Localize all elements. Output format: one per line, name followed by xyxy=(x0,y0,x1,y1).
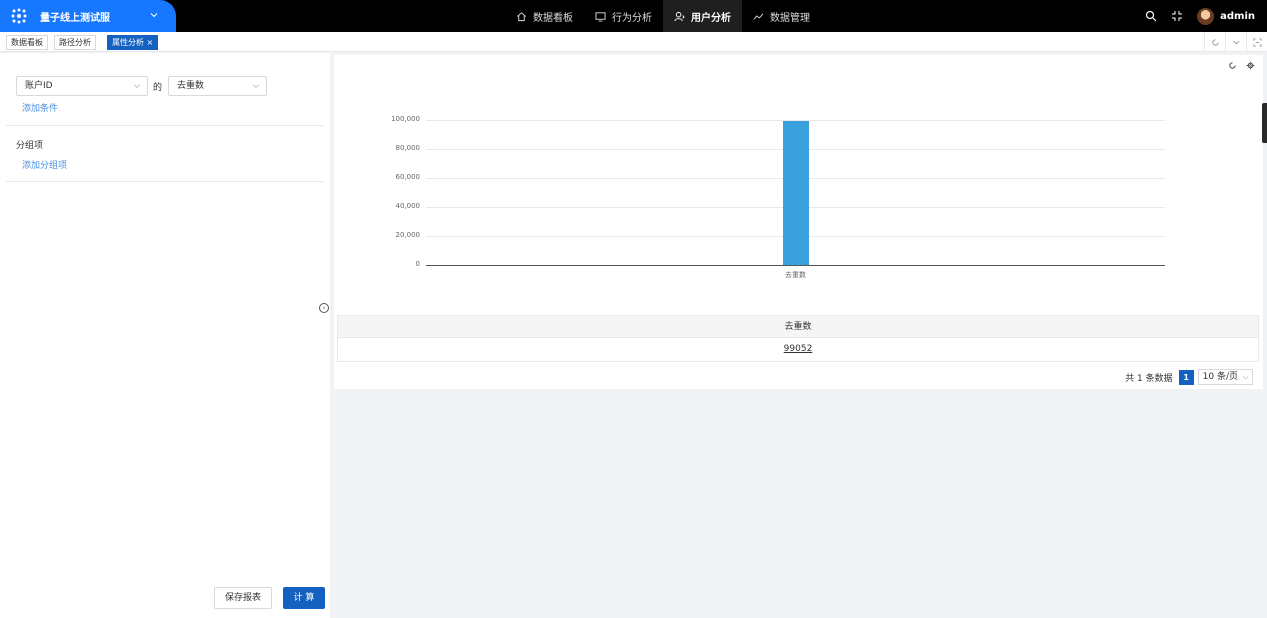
fullscreen-icon[interactable] xyxy=(1171,10,1183,22)
of-label: 的 xyxy=(153,83,163,93)
trend-icon xyxy=(753,12,764,20)
nav-item-dashboard[interactable]: 数据看板 xyxy=(505,0,584,32)
table-header: 去重数 xyxy=(338,316,1258,338)
nav-item-data-management[interactable]: 数据管理 xyxy=(742,0,821,32)
refresh-icon[interactable] xyxy=(1228,61,1237,70)
home-icon xyxy=(517,11,526,21)
page-size-select[interactable]: 10 条/页 xyxy=(1197,369,1253,385)
collapse-panel-icon[interactable]: ‹ xyxy=(319,303,329,313)
logo-icon xyxy=(11,8,27,24)
x-tick-label: 去重数 xyxy=(785,271,806,279)
chevron-down-icon xyxy=(133,84,141,89)
nav-label: 数据看板 xyxy=(533,12,573,24)
y-tick-label: 20,000 xyxy=(395,231,421,239)
y-tick-label: 60,000 xyxy=(395,173,421,181)
y-tick-label: 100,000 xyxy=(391,115,420,123)
nav-label: 行为分析 xyxy=(612,12,652,24)
tab-dashboard[interactable]: 数据看板 xyxy=(6,35,48,50)
nav-item-user-analysis[interactable]: 用户分析 xyxy=(663,0,742,32)
chevron-down-icon xyxy=(1233,40,1239,44)
chart-bar[interactable] xyxy=(782,121,809,265)
tab-path-analysis[interactable]: 路径分析 xyxy=(54,35,96,50)
top-right-tools: admin xyxy=(1131,0,1255,32)
tab-property-analysis[interactable]: 属性分析 × xyxy=(107,35,159,50)
y-tick-label: 0 xyxy=(415,260,420,268)
nav-label: 数据管理 xyxy=(770,12,810,24)
page-tabs-bar: 数据看板 路径分析 属性分析 × xyxy=(0,32,1267,52)
y-tick-label: 40,000 xyxy=(395,202,421,210)
save-report-button[interactable]: 保存报表 xyxy=(214,587,272,609)
tab-menu-button[interactable] xyxy=(1225,32,1246,52)
total-count: 共 1 条数据 xyxy=(1125,373,1173,384)
page-number[interactable]: 1 xyxy=(1178,369,1194,385)
settings-icon[interactable] xyxy=(1246,61,1255,70)
divider xyxy=(6,125,324,126)
group-label: 分组项 xyxy=(16,141,44,151)
project-switcher[interactable]: 量子线上测试服 xyxy=(0,0,176,32)
refresh-tab-button[interactable] xyxy=(1204,32,1225,52)
top-bar: 量子线上测试服 数据看板 行为分析 用户分析 数据管理 admin xyxy=(0,0,1267,32)
query-panel: 账户ID 的 去重数 添加条件 分组项 添加分组项 保存报表 计 算 xyxy=(0,53,330,618)
refresh-icon xyxy=(1211,38,1219,46)
bar-chart: 0 20,000 40,000 60,000 80,000 100,000 去重数 xyxy=(334,105,1263,345)
search-icon[interactable] xyxy=(1145,10,1157,22)
avatar[interactable] xyxy=(1197,7,1215,25)
pagination: 共 1 条数据 1 10 条/页 xyxy=(1125,369,1253,385)
project-name: 量子线上测试服 xyxy=(40,12,110,24)
nav-item-behavior[interactable]: 行为分析 xyxy=(584,0,663,32)
x-axis-line xyxy=(426,265,1165,266)
main-nav: 数据看板 行为分析 用户分析 数据管理 xyxy=(505,0,821,32)
result-table: 去重数 99052 xyxy=(337,315,1259,362)
result-panel: 0 20,000 40,000 60,000 80,000 100,000 去重数 去重数 … xyxy=(334,55,1263,389)
metric-select-value: 去重数 xyxy=(177,81,205,91)
y-tick-label: 80,000 xyxy=(395,144,421,152)
page-size-value: 10 条/页 xyxy=(1202,372,1238,382)
property-select[interactable]: 账户ID xyxy=(16,76,148,96)
nav-label: 用户分析 xyxy=(691,12,731,24)
table-cell-value[interactable]: 99052 xyxy=(338,338,1258,361)
side-drawer-handle[interactable] xyxy=(1262,103,1267,143)
property-select-value: 账户ID xyxy=(25,81,53,91)
monitor-icon xyxy=(595,11,606,22)
divider xyxy=(6,181,324,182)
user-icon xyxy=(674,11,685,21)
add-condition-link[interactable]: 添加条件 xyxy=(22,101,58,114)
result-tools xyxy=(1219,61,1255,70)
metric-select[interactable]: 去重数 xyxy=(168,76,267,96)
chevron-down-icon xyxy=(1242,375,1249,380)
calculate-button[interactable]: 计 算 xyxy=(283,587,325,609)
username[interactable]: admin xyxy=(1220,11,1255,22)
add-group-link[interactable]: 添加分组项 xyxy=(22,158,67,171)
chevron-down-icon xyxy=(150,13,158,18)
chevron-down-icon xyxy=(252,84,260,89)
maximize-button[interactable] xyxy=(1246,32,1267,52)
expand-icon xyxy=(1252,37,1262,47)
tabs-tools xyxy=(1204,32,1267,52)
